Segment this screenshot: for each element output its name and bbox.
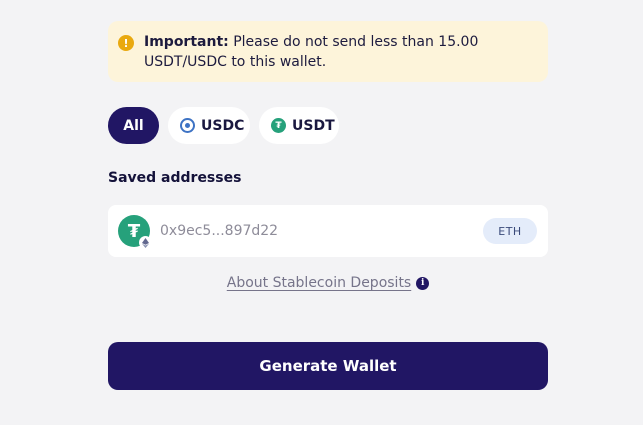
saved-address-item[interactable]: ₮ 0x9ec5...897d22 ETH — [108, 205, 548, 257]
filter-all-chip[interactable]: All — [108, 107, 159, 144]
saved-address-value: 0x9ec5...897d22 — [160, 223, 279, 239]
saved-addresses-title: Saved addresses — [108, 170, 242, 186]
filter-usdt-chip[interactable]: ₮ USDT — [259, 107, 339, 144]
exclamation-icon: ! — [118, 35, 134, 51]
usdt-token-avatar-icon: ₮ — [118, 215, 152, 249]
usdc-icon — [180, 118, 195, 133]
eth-icon — [139, 236, 152, 249]
filter-usdc-chip[interactable]: USDC — [168, 107, 250, 144]
info-icon[interactable]: i — [416, 276, 430, 290]
usdt-icon: ₮ — [271, 118, 286, 133]
stablecoin-deposit-page: ! Important: Please do not send less tha… — [0, 0, 643, 425]
about-stablecoin-link[interactable]: About Stablecoin Deposits — [227, 275, 411, 291]
filter-usdt-label: USDT — [292, 117, 335, 134]
minimum-deposit-warning: ! Important: Please do not send less tha… — [108, 21, 548, 82]
filter-all-label: All — [123, 117, 144, 134]
filter-usdc-label: USDC — [201, 117, 245, 134]
generate-wallet-button[interactable]: Generate Wallet — [108, 342, 548, 390]
network-badge: ETH — [483, 218, 537, 244]
warning-bold-prefix: Important: — [144, 34, 229, 50]
token-filter-group: All USDC ₮ USDT — [108, 107, 548, 144]
about-stablecoin-row: About Stablecoin Deposits i — [108, 275, 548, 291]
warning-text: Important: Please do not send less than … — [144, 32, 532, 72]
